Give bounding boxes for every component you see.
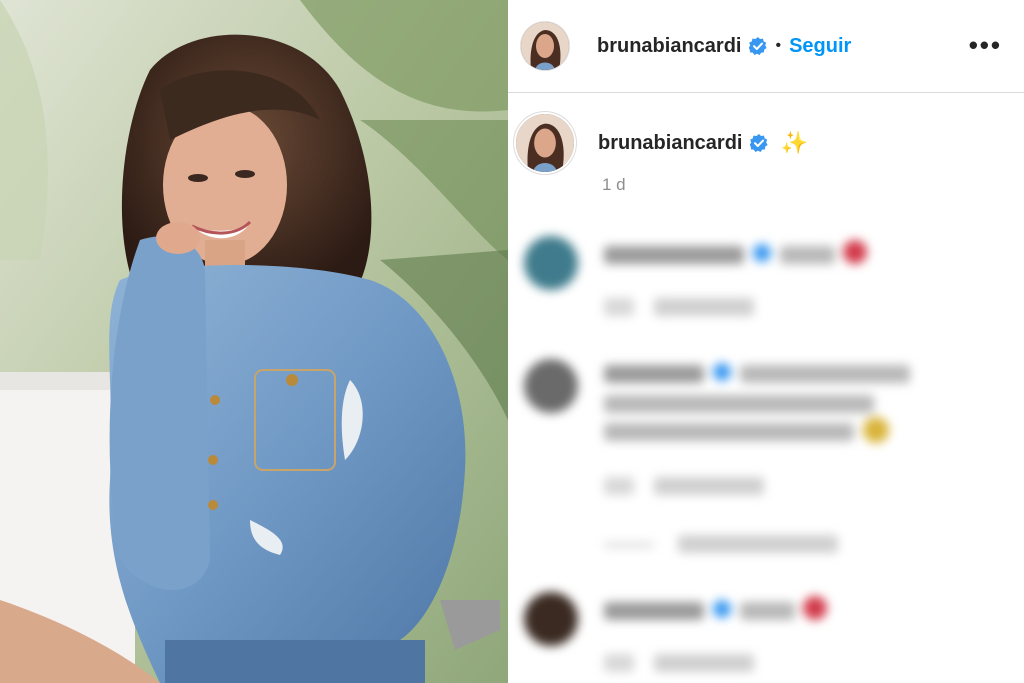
- follow-button[interactable]: Seguir: [789, 35, 851, 58]
- post-image: [0, 0, 508, 683]
- header-username[interactable]: brunabiancardi: [597, 35, 741, 58]
- comment-avatar: [524, 359, 578, 413]
- post-header: brunabiancardi • Seguir •••: [508, 0, 1024, 93]
- more-options-icon[interactable]: •••: [969, 30, 1002, 61]
- caption-row: brunabiancardi ✨: [516, 114, 808, 172]
- sparkle-emoji-icon: ✨: [780, 130, 808, 155]
- caption-text: brunabiancardi ✨: [598, 130, 808, 156]
- comment-avatar: [524, 236, 578, 290]
- header-separator: •: [775, 37, 782, 54]
- post-side-panel: brunabiancardi • Seguir ••• brunabiancar…: [508, 0, 1024, 683]
- instagram-post: brunabiancardi • Seguir ••• brunabiancar…: [0, 0, 1024, 683]
- caption-avatar[interactable]: [516, 114, 574, 172]
- verified-badge-icon: [749, 37, 768, 55]
- post-photo[interactable]: [0, 0, 508, 683]
- profile-avatar[interactable]: [521, 22, 569, 70]
- post-age[interactable]: 1 d: [602, 175, 626, 195]
- comment-avatar: [524, 592, 578, 646]
- caption-username[interactable]: brunabiancardi: [598, 132, 742, 155]
- verified-badge-icon: [750, 134, 769, 152]
